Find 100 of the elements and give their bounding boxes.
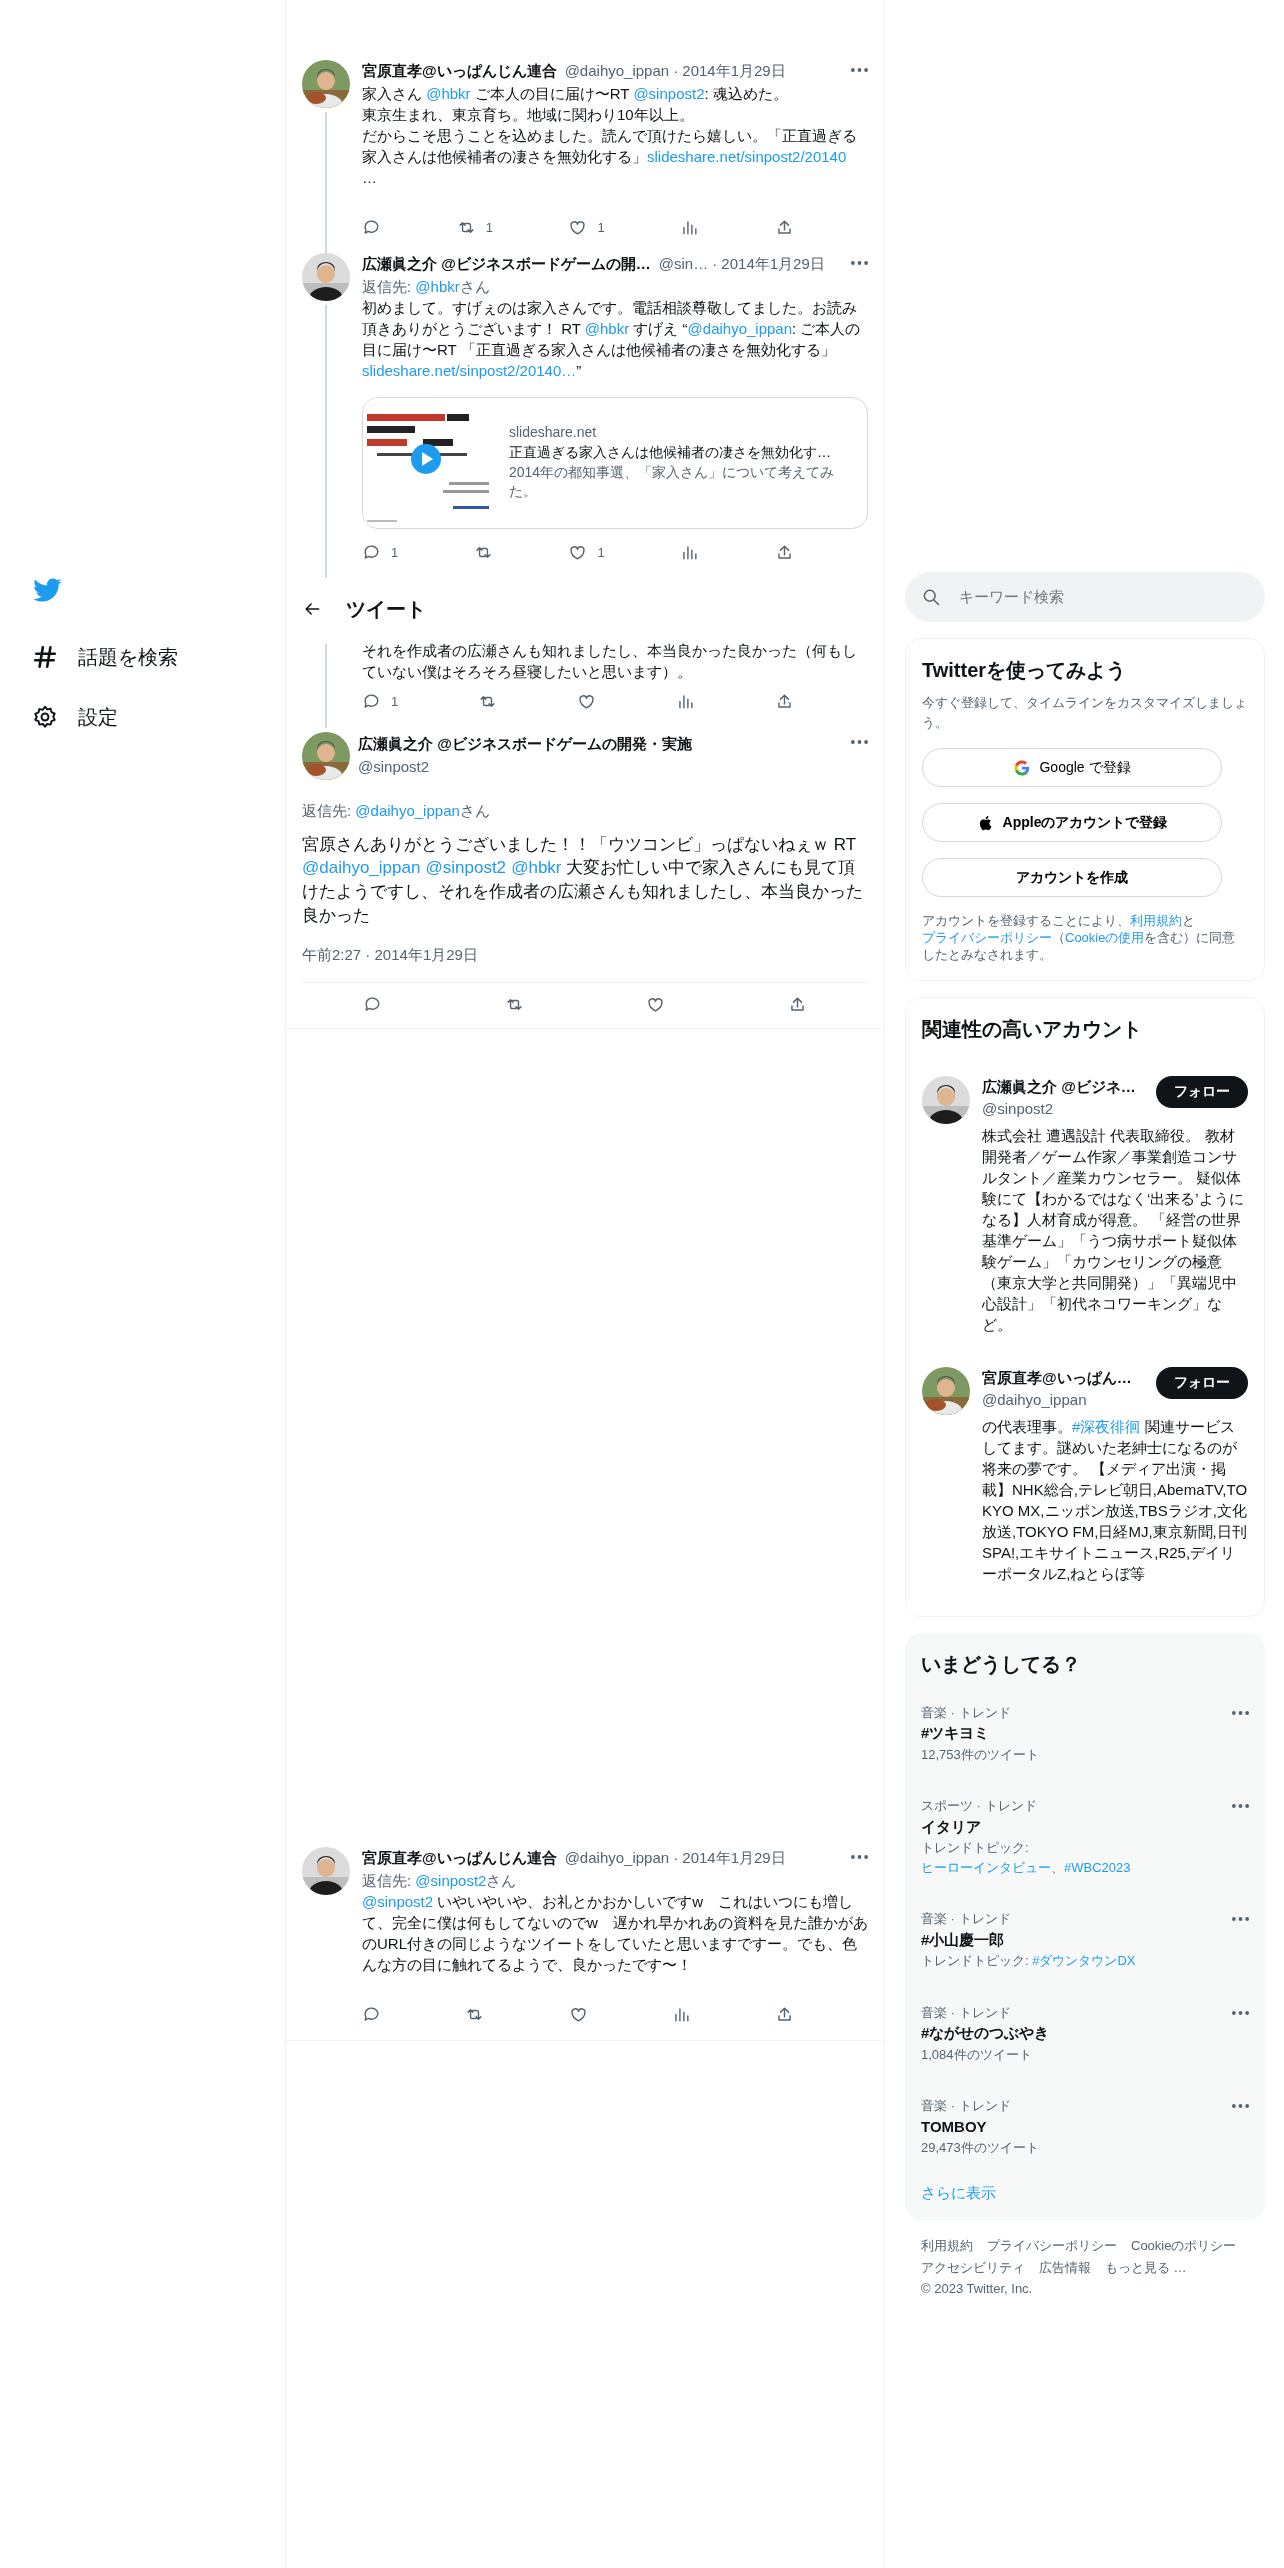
footer-link[interactable]: プライバシーポリシー	[987, 2236, 1117, 2256]
mention-link[interactable]: @sinpost2	[633, 84, 705, 102]
tweet-date: · 2014年1月29日	[673, 61, 786, 81]
tweet-text: 宮原さんありがとうございました！！「ウツコンビ」っぱないねぇｗ RT @daihyo_ippan @sinpost2 @hbkr 大変お忙しい中で家入さんにも見て頂けたようですし、それを作成者の広瀬さんも知れましたし、本当良かった良かった	[302, 833, 864, 927]
reply-to-text: 返信先: @hbkrさん	[362, 276, 491, 297]
trend-title: #ながせのつぶやき	[921, 2023, 1051, 2044]
like-button[interactable]	[577, 692, 597, 712]
trend-meta: 音楽 · トレンド	[921, 2097, 1012, 2116]
reply-icon	[362, 2004, 381, 2024]
trend-detail: トレンドトピック: #ダウンタウンDX	[921, 1952, 1137, 1971]
mention-link[interactable]: @daihyo_ippan	[355, 801, 460, 819]
link-preview-card[interactable]: slideshare.net 正直過ぎる家入さんは他候補者の凄さを無効化す… 2014年の都知事選、「家入さん」について考えてみた。	[362, 396, 868, 529]
more-icon	[1232, 1804, 1249, 1809]
settings-icon	[32, 704, 58, 730]
search-input[interactable]: キーワード検索	[957, 584, 1249, 610]
author-handle: @daihyo_ippan	[564, 1848, 670, 1869]
card-heading: Twitterを使ってみよう	[922, 658, 1128, 683]
account-handle: @daihyo_ippan	[982, 1390, 1088, 1411]
like-button[interactable]: 1	[568, 542, 605, 562]
tweet-date: · 2014年1月29日	[712, 254, 825, 274]
more-icon	[851, 739, 868, 744]
author-name: 広瀬眞之介 @ビジネスボードゲームの開…	[362, 254, 651, 274]
footer-link[interactable]: もっと見る …	[1105, 2257, 1187, 2278]
author-handle: @sin…	[658, 254, 709, 274]
reply-button[interactable]	[362, 217, 381, 237]
mention-link[interactable]: @daihyo_ippan	[302, 858, 421, 878]
account-name: 広瀬眞之介 @ビジネ…	[982, 1076, 1137, 1097]
more-icon	[851, 1855, 868, 1860]
apple-signup-button[interactable]: Appleのアカウントで登録	[922, 803, 1222, 842]
play-icon	[411, 443, 441, 474]
account-bio: 株式会社 遭遇設計 代表取締役。 教材開発者／ゲーム作家／事業創造コンサルタント／産業カウンセラー。 疑似体験にて【わかるではなく‘出来る’ようになる】人材育成が得意。 「経営の世界基準ゲーム」「うつ病サポート疑似体験ゲーム」「カウンセリングの極意（東京大学と共同開発）」「異端児中心設計」「初代ネコワーキング」など。	[982, 1125, 1245, 1335]
author-handle: @daihyo_ippan	[564, 61, 670, 81]
mention-link[interactable]: @daihyo_ippan	[687, 319, 793, 337]
mention-link[interactable]: #深夜徘徊	[1072, 1417, 1141, 1435]
tweet-text: 家入さん @hbkr ご本人の目に届け〜RT @sinpost2: 魂込めた。 東京生まれ、東京育ち。地域に関わり10年以上。 だからこそ思うことを込めました。読んで頂けたら嬉しい。「正直過ぎる家入さんは他候補者の凄さを無効化する」slideshare.net/sinpost2/20140 …	[362, 83, 858, 188]
like-button[interactable]	[646, 995, 666, 1015]
mention-link[interactable]: 利用規約	[1130, 913, 1182, 928]
mention-link[interactable]: @sinpost2	[362, 1892, 434, 1910]
nav-item[interactable]: 設定	[32, 702, 118, 732]
mention-link[interactable]: ヒーローインタビュー	[921, 1859, 1051, 1875]
mention-link[interactable]: @hbkr	[511, 858, 562, 878]
card-domain: slideshare.net	[509, 423, 598, 443]
footer-link[interactable]: Cookieのポリシー	[1131, 2236, 1237, 2256]
author-handle: @sinpost2	[358, 756, 431, 777]
more-icon	[1232, 1710, 1249, 1715]
google-signup-button[interactable]: Google で登録	[922, 748, 1222, 787]
mention-link[interactable]: slideshare.net/sinpost2/20140…	[362, 361, 577, 379]
search-field[interactable]: キーワード検索	[905, 572, 1265, 622]
tweet-date: · 2014年1月29日	[673, 1848, 786, 1869]
timestamp: 午前2:27 · 2014年1月29日	[302, 927, 868, 984]
mention-link[interactable]: #WBC2023	[1064, 1859, 1131, 1875]
card-heading: 関連性の高いアカウント	[921, 1016, 1143, 1042]
footer-link[interactable]: 広告情報	[1039, 2257, 1091, 2278]
tweet-text: @sinpost2 いやいやいや、お礼とかおかしいですw これはいつにも増して、完全に僕は何もしてないのでw 遅かれ早かれあの資料を見た誰かがあのURL付きの同じようなツイートをしていたと思いますですー。でも、色んな方の目に触れてるようで、良かったです〜！	[362, 1891, 868, 1975]
mention-link[interactable]: #ダウンタウンDX	[1032, 1953, 1136, 1969]
heart-icon	[646, 995, 666, 1015]
trend-title: #小山慶一郎	[921, 1929, 1006, 1950]
follow-button[interactable]: フォロー	[1156, 1366, 1248, 1399]
mention-link[interactable]: @hbkr	[426, 84, 471, 102]
reply-to-text: 返信先: @daihyo_ippanさん	[302, 800, 491, 821]
show-more-link[interactable]: さらに表示	[905, 2173, 1265, 2205]
trend-meta: 音楽 · トレンド	[921, 2003, 1012, 2022]
trend-detail: 1,084件のツイート	[921, 2045, 1033, 2064]
author-name: 宮原直孝@いっぱんじん連合	[362, 1848, 557, 1869]
page-title: ツイート	[346, 597, 426, 622]
nav-item[interactable]: 話題を検索	[32, 642, 178, 672]
footer-link[interactable]: アクセシビリティ	[921, 2257, 1025, 2278]
follow-button[interactable]: フォロー	[1156, 1075, 1248, 1108]
trend-meta: 音楽 · トレンド	[921, 1910, 1012, 1929]
retweet-button[interactable]: 1	[456, 217, 493, 237]
reply-to-text: 返信先: @sinpost2さん	[362, 1870, 518, 1891]
trend-detail: 29,473件のツイート	[921, 2139, 1040, 2158]
card-description: 2014年の都知事選、「家入さん」について考えてみた。	[509, 462, 836, 502]
tweet-text: 初めまして。すげぇのは家入さんです。電話相談尊敬してました。お読み頂きありがとうございます！ RT @hbkr すげえ “@daihyo_ippan: ご本人の目に届け〜RT 「正直過ぎる家入さんは他候補者の凄さを無効化する」 slideshare.net/sinpost2/20140…”	[362, 297, 862, 381]
reply-button[interactable]: 1	[362, 542, 399, 562]
like-button[interactable]: 1	[568, 217, 605, 237]
share-button[interactable]	[775, 2004, 794, 2024]
heart-icon	[577, 692, 597, 712]
trend-meta: スポーツ · トレンド	[921, 1797, 1038, 1816]
signup-subtitle: 今すぐ登録して、タイムラインをカスタマイズしましょう。	[922, 694, 1248, 732]
plain-signup-button[interactable]: アカウントを作成	[922, 858, 1222, 897]
mention-link[interactable]: @sinpost2	[425, 858, 507, 878]
mention-link[interactable]: @sinpost2	[415, 1871, 487, 1889]
legal-text: アカウントを登録することにより、利用規約 と プライバシーポリシー（Cookieの使用を含む）に同意したとみなされます。	[922, 913, 1237, 964]
reply-button[interactable]: 1	[362, 692, 399, 712]
search-icon	[921, 587, 941, 607]
reply-button[interactable]	[362, 2004, 381, 2024]
footer-link[interactable]: 利用規約	[921, 2236, 973, 2256]
card-title: 正直過ぎる家入さんは他候補者の凄さを無効化す…	[509, 442, 832, 462]
mention-link[interactable]: @hbkr	[415, 277, 460, 295]
copyright-text: © 2023 Twitter, Inc.	[921, 2280, 1033, 2299]
account-name: 宮原直孝@いっぱん…	[982, 1367, 1133, 1388]
trend-detail: トレンドトピック: ヒーローインタビュー、#WBC2023	[921, 1839, 1132, 1877]
author-name: 宮原直孝@いっぱんじん連合	[362, 61, 557, 81]
mention-link[interactable]: Cookieの使用	[1065, 929, 1145, 945]
more-icon	[851, 261, 868, 265]
mention-link[interactable]: プライバシーポリシー	[922, 929, 1052, 945]
mention-link[interactable]: slideshare.net/sinpost2/20140	[647, 147, 847, 165]
mention-link[interactable]: @hbkr	[584, 319, 630, 337]
more-icon	[851, 68, 868, 72]
